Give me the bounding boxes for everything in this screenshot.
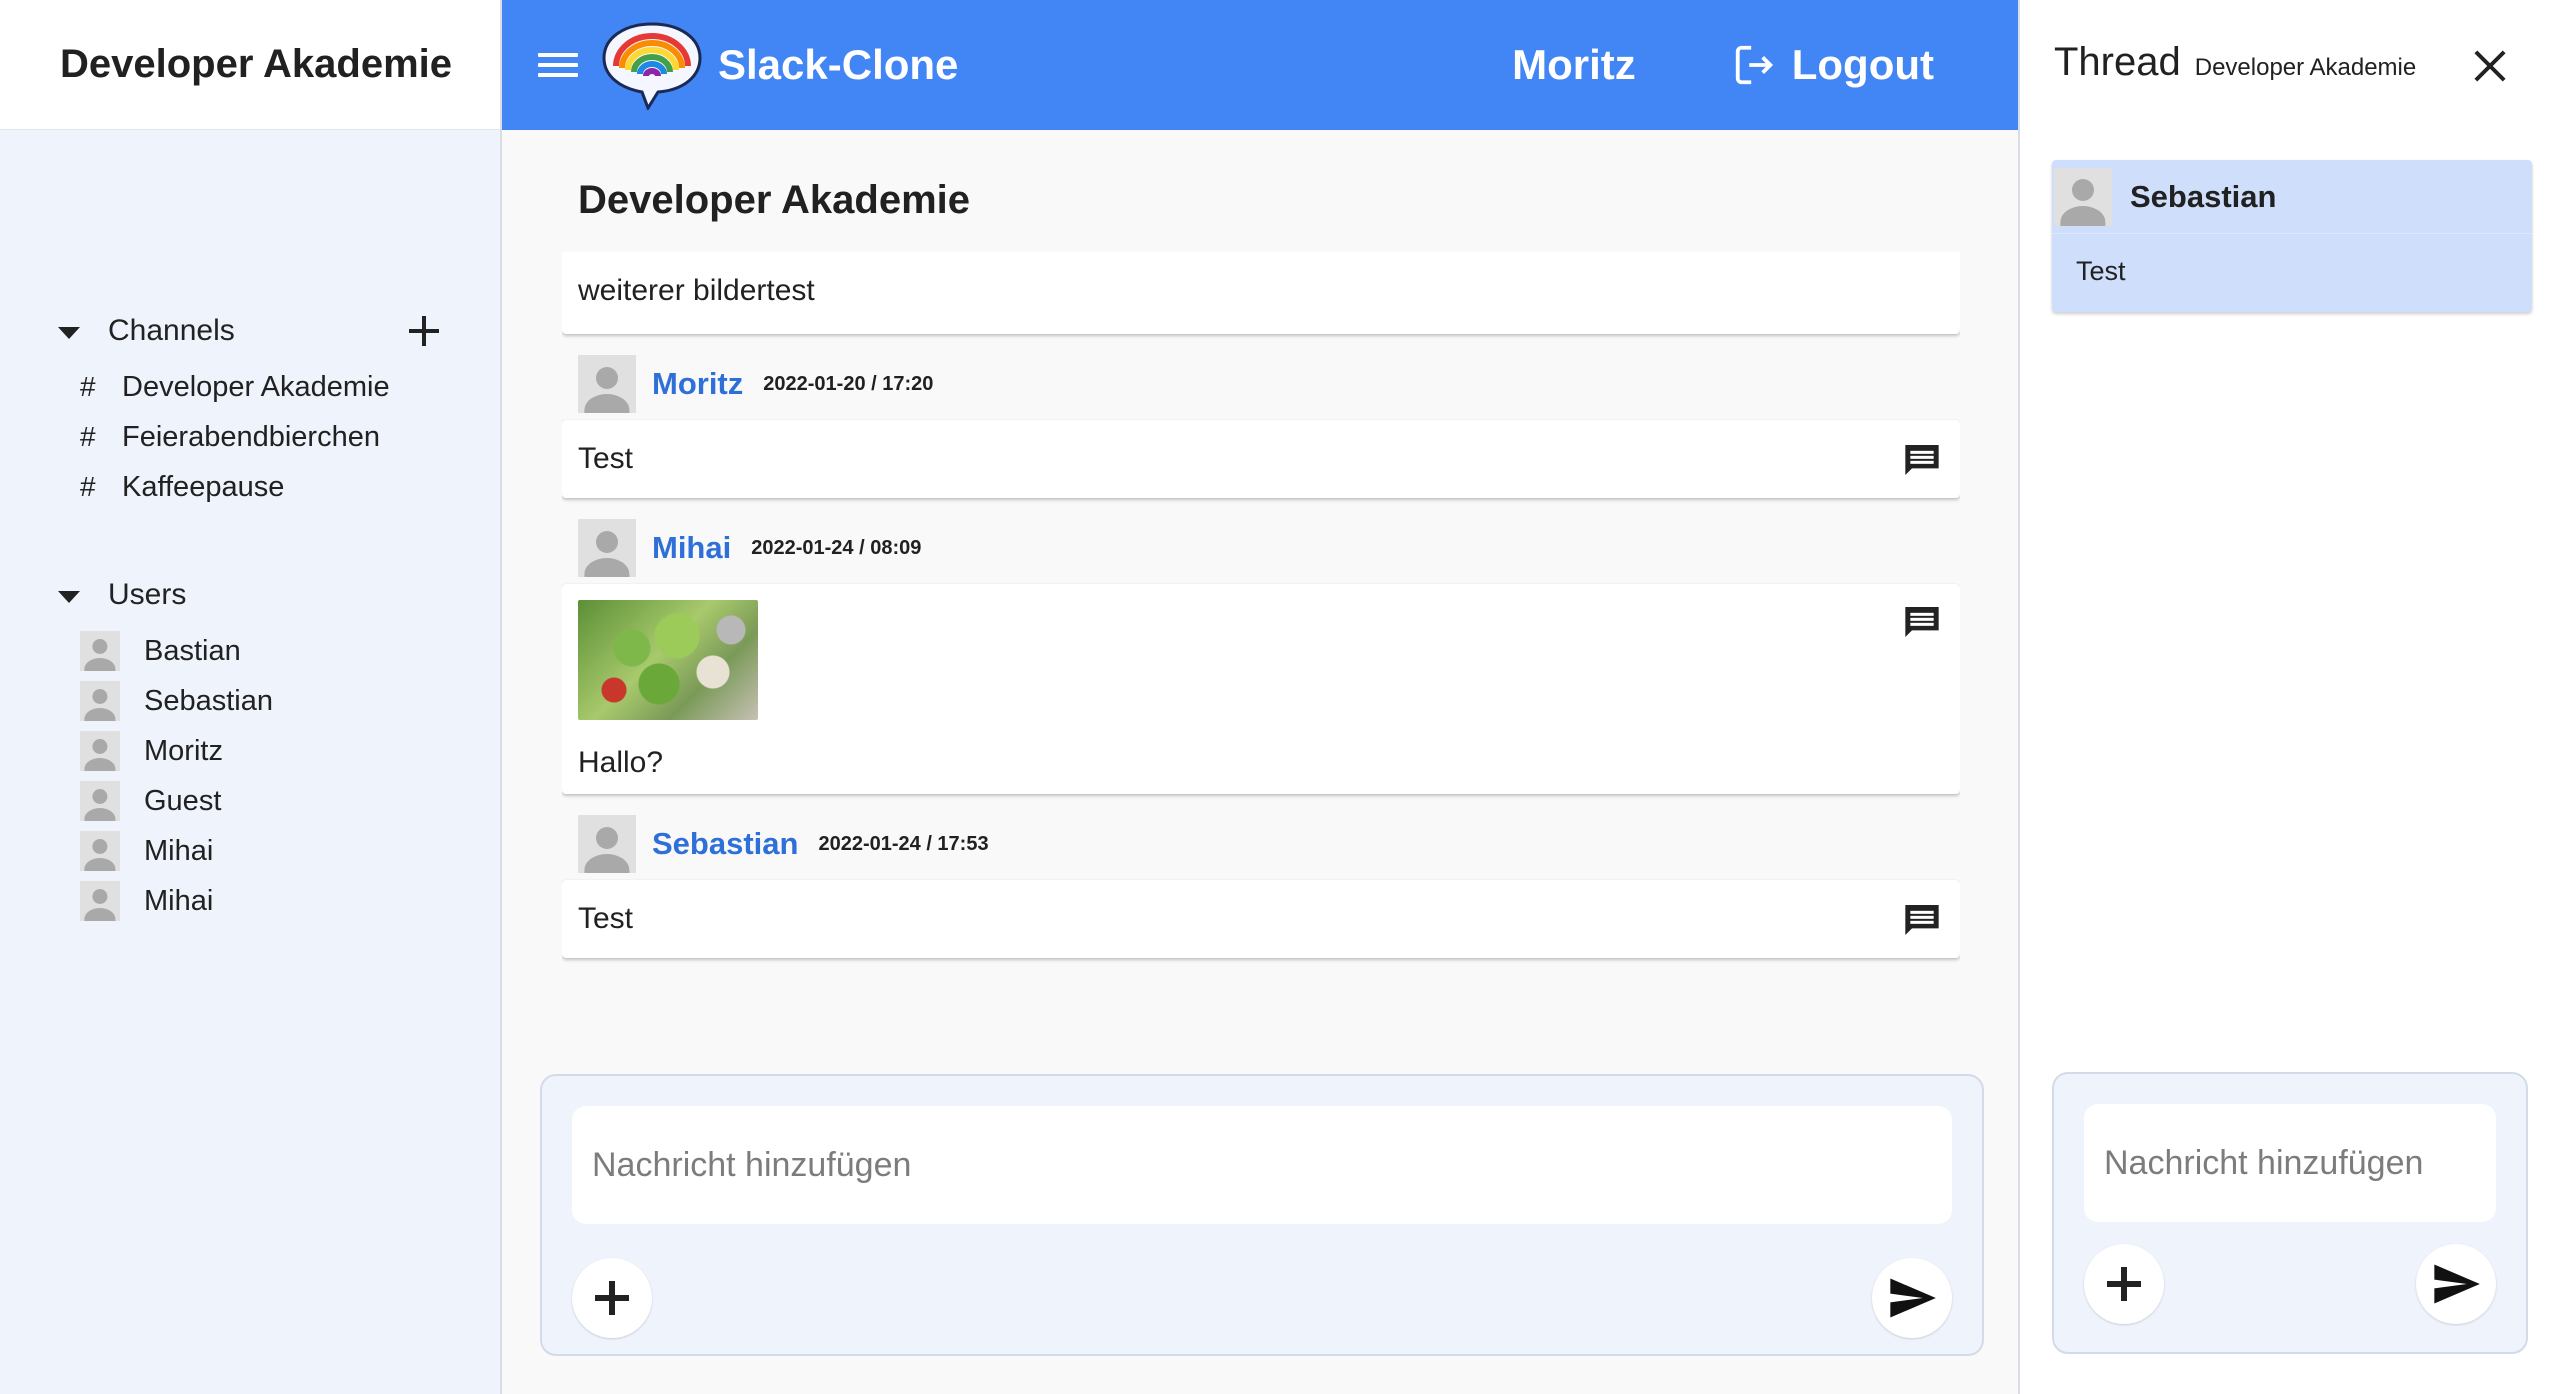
thread-title: Thread <box>2054 40 2181 84</box>
sidebar-item-channel[interactable]: # Developer Akademie <box>0 362 500 412</box>
sidebar-item-user[interactable]: Bastian <box>0 626 500 676</box>
message-text: Hallo? <box>578 746 664 779</box>
avatar <box>80 631 120 671</box>
add-channel-button[interactable] <box>404 311 444 351</box>
avatar <box>80 831 120 871</box>
avatar <box>80 881 120 921</box>
message-input[interactable] <box>572 1106 1952 1224</box>
message-card: Test <box>562 420 1960 498</box>
avatar <box>80 781 120 821</box>
user-name: Sebastian <box>144 684 273 717</box>
users-label: Users <box>108 578 187 611</box>
message-header: Sebastian 2022-01-24 / 17:53 <box>562 808 1960 880</box>
add-attachment-button[interactable] <box>572 1258 652 1338</box>
channel-title: Developer Akademie <box>578 178 971 222</box>
message-author[interactable]: Mihai <box>652 530 731 566</box>
comment-icon[interactable] <box>1902 602 1942 642</box>
comment-icon[interactable] <box>1902 440 1942 480</box>
message-author[interactable]: Sebastian <box>652 826 798 862</box>
current-user-name: Moritz <box>1512 41 1636 88</box>
user-name: Guest <box>144 784 222 817</box>
sidebar: Developer Akademie Channels # Developer … <box>0 0 502 1394</box>
channel-list: # Developer Akademie # Feierabendbierche… <box>0 362 500 512</box>
message-text: weiterer bildertest <box>578 274 815 307</box>
message-text: Test <box>578 442 634 475</box>
channel-label: Developer Akademie <box>122 370 390 403</box>
message-timestamp: 2022-01-24 / 08:09 <box>751 536 922 559</box>
thread-add-attachment-button[interactable] <box>2084 1244 2164 1324</box>
user-list: Bastian Sebastian Moritz Guest Mihai Mih… <box>0 626 500 926</box>
close-icon[interactable] <box>2472 48 2508 84</box>
user-name: Moritz <box>144 734 223 767</box>
channels-label: Channels <box>108 314 235 347</box>
thread-channel-name: Developer Akademie <box>2194 54 2417 81</box>
message-image[interactable] <box>578 600 758 720</box>
app-title: Slack-Clone <box>718 41 959 88</box>
users-section: Users Bastian Sebastian Moritz Guest Mih… <box>0 570 500 926</box>
hash-icon: # <box>80 421 96 452</box>
thread-message-header: Sebastian <box>2052 160 2532 234</box>
user-name: Mihai <box>144 834 214 867</box>
hash-icon: # <box>80 471 96 502</box>
message-header: Moritz 2022-01-20 / 17:20 <box>562 348 1960 420</box>
menu-icon[interactable] <box>538 45 578 85</box>
channel-label: Kaffeepause <box>122 470 285 503</box>
sidebar-item-user[interactable]: Mihai <box>0 876 500 926</box>
avatar <box>80 681 120 721</box>
thread-send-button[interactable] <box>2416 1244 2496 1324</box>
thread-message-card: Sebastian Test <box>2052 160 2532 312</box>
speech-bubble-rainbow-logo <box>602 22 702 110</box>
send-icon <box>2434 1264 2480 1304</box>
thread-panel: Thread Developer Akademie Sebastian Test <box>2018 0 2560 1394</box>
logout-button[interactable]: Logout <box>1732 41 1934 89</box>
sidebar-item-user[interactable]: Guest <box>0 776 500 826</box>
thread-message-author[interactable]: Sebastian <box>2130 179 2276 215</box>
message-list[interactable]: weiterer bildertest Moritz 2022-01-20 / … <box>562 252 1960 1142</box>
caret-down-icon[interactable] <box>58 327 80 339</box>
thread-message-input[interactable] <box>2084 1104 2496 1222</box>
user-name: Bastian <box>144 634 241 667</box>
channels-header[interactable]: Channels <box>0 306 500 356</box>
sidebar-item-user[interactable]: Moritz <box>0 726 500 776</box>
sidebar-item-user[interactable]: Sebastian <box>0 676 500 726</box>
thread-composer <box>2052 1072 2528 1354</box>
sidebar-header: Developer Akademie <box>0 0 500 130</box>
sidebar-item-channel[interactable]: # Feierabendbierchen <box>0 412 500 462</box>
avatar <box>578 355 636 413</box>
send-icon <box>1890 1278 1936 1318</box>
message-composer <box>540 1074 1984 1356</box>
users-header[interactable]: Users <box>0 570 500 620</box>
message-header: Mihai 2022-01-24 / 08:09 <box>562 512 1960 584</box>
send-button[interactable] <box>1872 1258 1952 1338</box>
avatar <box>578 519 636 577</box>
top-toolbar: Slack-Clone Moritz Logout <box>502 0 2018 130</box>
avatar <box>80 731 120 771</box>
sidebar-item-channel[interactable]: # Kaffeepause <box>0 462 500 512</box>
message-text: Test <box>578 902 634 935</box>
message-card: weiterer bildertest <box>562 252 1960 334</box>
channel-label: Feierabendbierchen <box>122 420 380 453</box>
message-timestamp: 2022-01-20 / 17:20 <box>763 372 934 395</box>
chat-main: Developer Akademie weiterer bildertest M… <box>502 130 2018 1394</box>
logout-icon <box>1735 45 1773 85</box>
message-timestamp: 2022-01-24 / 17:53 <box>818 832 989 855</box>
channels-section: Channels # Developer Akademie # Feierabe… <box>0 306 500 512</box>
avatar <box>578 815 636 873</box>
message-card: Hallo? <box>562 584 1960 794</box>
sidebar-item-user[interactable]: Mihai <box>0 826 500 876</box>
message-author[interactable]: Moritz <box>652 366 743 402</box>
thread-message-text: Test <box>2076 256 2126 286</box>
logout-label: Logout <box>1791 41 1934 88</box>
message-card: Test <box>562 880 1960 958</box>
user-name: Mihai <box>144 884 214 917</box>
avatar <box>2054 167 2112 226</box>
hash-icon: # <box>80 371 96 402</box>
workspace-title: Developer Akademie <box>60 42 453 86</box>
caret-down-icon[interactable] <box>58 591 80 603</box>
comment-icon[interactable] <box>1902 900 1942 940</box>
